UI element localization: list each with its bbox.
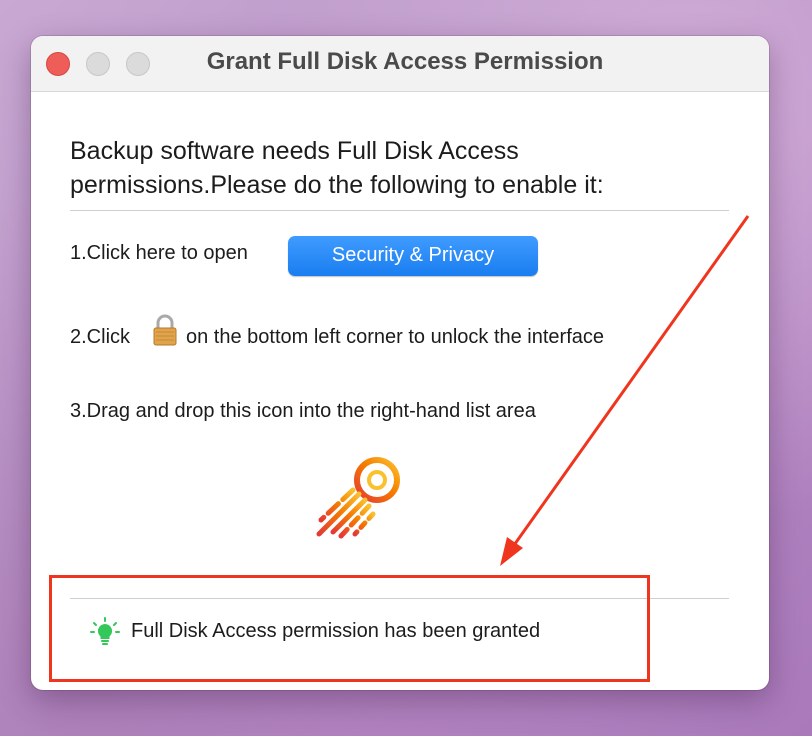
lock-icon <box>153 314 177 346</box>
title-bar: Grant Full Disk Access Permission <box>31 36 769 92</box>
step-1-text: 1.Click here to open <box>70 242 248 264</box>
step-2-suffix: on the bottom left corner to unlock the … <box>186 326 605 348</box>
security-privacy-button[interactable]: Security & Privacy <box>288 236 538 276</box>
divider-top <box>70 210 729 211</box>
step-3-text: 3.Drag and drop this icon into the right… <box>70 400 536 422</box>
window-title: Grant Full Disk Access Permission <box>206 48 604 75</box>
instructions-heading: Backup software needs Full Disk Access p… <box>70 137 604 199</box>
step-2-prefix: 2.Click <box>70 326 131 348</box>
app-icon[interactable] <box>311 456 406 551</box>
annotation-highlight-box <box>49 575 650 682</box>
